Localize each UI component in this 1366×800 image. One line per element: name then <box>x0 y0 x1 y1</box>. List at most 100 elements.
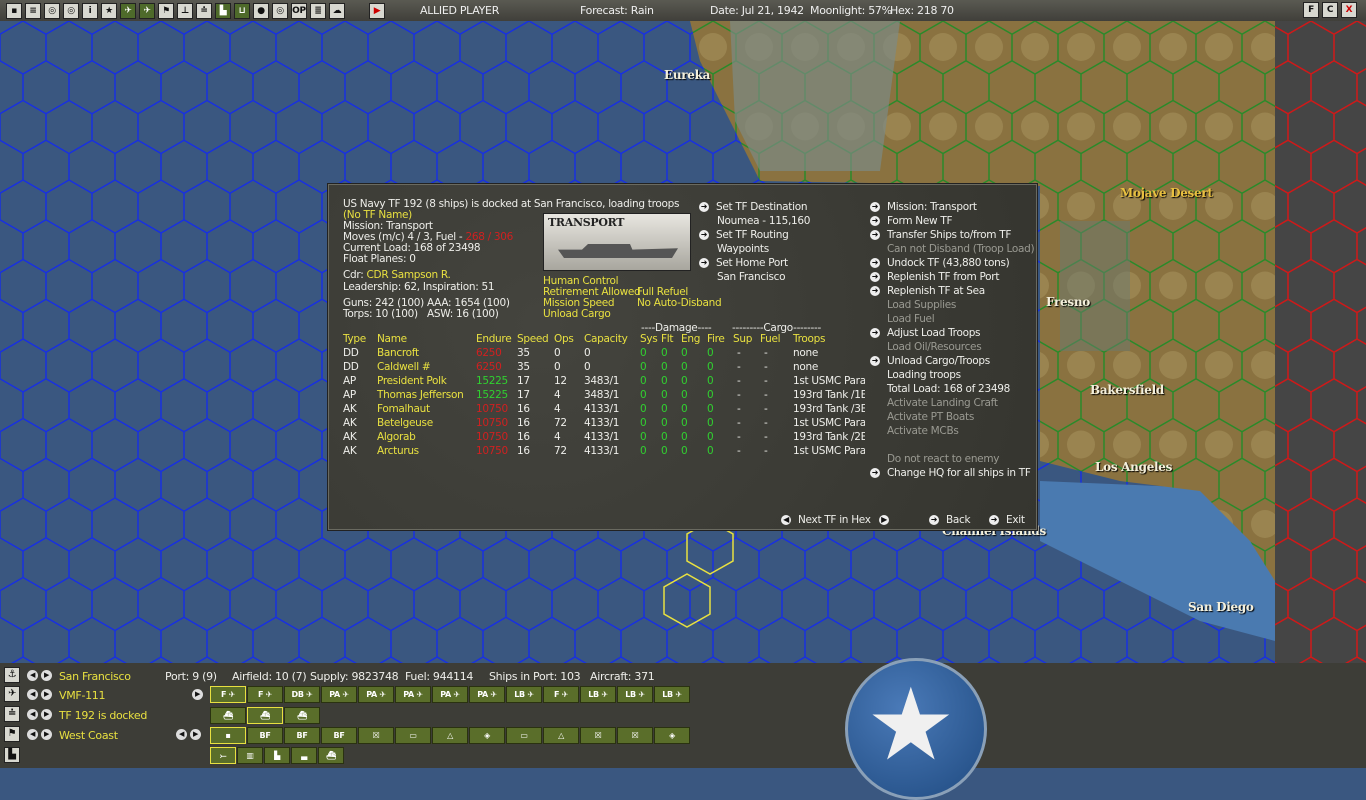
ship-button-2[interactable]: ⛴ <box>284 707 320 724</box>
facility-button-4[interactable]: ⛴ <box>318 747 344 764</box>
plane-red-icon[interactable]: ✈ <box>120 2 136 19</box>
tf-status[interactable]: TF 192 is docked <box>59 709 147 722</box>
next-hq-arrow[interactable]: ▶ <box>41 729 52 740</box>
action-set-tf-routing[interactable]: ➜ Set TF Routing <box>699 228 789 242</box>
anchor-icon[interactable]: ⚓ <box>4 667 20 683</box>
ship-button-0[interactable]: ⛴ <box>210 707 246 724</box>
hq-name[interactable]: West Coast <box>59 729 118 742</box>
ground-unit-button-8[interactable]: ▭ <box>506 727 542 744</box>
right-action-19[interactable]: ➜ Change HQ for all ships in TF <box>870 466 1031 480</box>
plane-blue-icon[interactable]: ✈ <box>139 2 155 19</box>
ship-row[interactable]: AK Betelgeuse 10750 16 72 4133/1 0 0 0 0 - - 1st USM… <box>329 416 869 430</box>
air-unit-button-9[interactable]: F ✈ <box>543 686 579 703</box>
col-header-sup[interactable]: Sup <box>733 332 752 346</box>
right-action-9[interactable]: ➜ Adjust Load Troops <box>870 326 981 340</box>
ship-row[interactable]: AK Fomalhaut 10750 16 4 4133/1 0 0 0 0 - - 193rd Tan… <box>329 402 869 416</box>
ground-unit-button-11[interactable]: ☒ <box>617 727 653 744</box>
col-header-endure[interactable]: Endure <box>476 332 512 346</box>
info-icon[interactable]: i <box>82 2 98 19</box>
unit-scroll-left[interactable]: ◀ <box>176 729 187 740</box>
air-unit-button-6[interactable]: PA ✈ <box>432 686 468 703</box>
cloud-icon[interactable]: ☁ <box>329 2 345 19</box>
air-unit-button-5[interactable]: PA ✈ <box>395 686 431 703</box>
ship-row[interactable]: AK Arcturus 10750 16 72 4133/1 0 0 0 0 - - 1st USMC … <box>329 444 869 458</box>
action-set-tf-destination[interactable]: ➜ Set TF Destination <box>699 200 808 214</box>
air-unit-button-3[interactable]: PA ✈ <box>321 686 357 703</box>
prev-squadron-arrow[interactable]: ◀ <box>27 689 38 700</box>
facility-button-2[interactable]: ▙ <box>264 747 290 764</box>
factory-icon[interactable]: ▙ <box>4 747 20 763</box>
air-unit-button-8[interactable]: LB ✈ <box>506 686 542 703</box>
right-action-4[interactable]: ➜ Undock TF (43,880 tons) <box>870 256 1010 270</box>
ground-unit-button-6[interactable]: △ <box>432 727 468 744</box>
col-header-name[interactable]: Name <box>377 332 407 346</box>
col-header-speed[interactable]: Speed <box>517 332 549 346</box>
air-unit-button-7[interactable]: PA ✈ <box>469 686 505 703</box>
globe-icon[interactable]: ● <box>253 2 269 19</box>
right-action-5[interactable]: ➜ Replenish TF from Port <box>870 270 999 284</box>
right-action-0[interactable]: ➜ Mission: Transport <box>870 200 977 214</box>
right-action-6[interactable]: ➜ Replenish TF at Sea <box>870 284 985 298</box>
save-icon[interactable]: ▪ <box>6 2 22 19</box>
ship-row[interactable]: AK Algorab 10750 16 4 4133/1 0 0 0 0 - - 193rd Tank … <box>329 430 869 444</box>
ground-unit-button-9[interactable]: △ <box>543 727 579 744</box>
prev-tf-button[interactable]: ◀ Next TF in Hex <box>781 513 871 527</box>
ship-icon[interactable]: ≐ <box>4 706 20 722</box>
report-icon[interactable]: ≡ <box>25 2 41 19</box>
next-tf-button[interactable]: ▶ <box>879 513 896 527</box>
next-base-arrow[interactable]: ▶ <box>41 670 52 681</box>
air-scroll-arrow[interactable]: ▶ <box>192 689 203 700</box>
air-unit-button-2[interactable]: DB ✈ <box>284 686 320 703</box>
back-button[interactable]: ➜ Back <box>929 513 971 527</box>
prev-base-arrow[interactable]: ◀ <box>27 670 38 681</box>
col-header-flt[interactable]: Flt <box>661 332 673 346</box>
globe2-icon[interactable]: ◎ <box>272 2 288 19</box>
col-header-capacity[interactable]: Capacity <box>584 332 628 346</box>
plane-icon[interactable]: ✈ <box>4 686 20 702</box>
base-icon[interactable]: ⊔ <box>234 2 250 19</box>
flag-unload[interactable]: Unload Cargo <box>543 307 611 321</box>
next-squadron-arrow[interactable]: ▶ <box>41 689 52 700</box>
star-icon[interactable]: ★ <box>101 2 117 19</box>
ground-unit-button-10[interactable]: ☒ <box>580 727 616 744</box>
right-action-11[interactable]: ➜ Unload Cargo/Troops <box>870 354 990 368</box>
flag-icon[interactable]: ⚑ <box>4 726 20 742</box>
ship-button-1[interactable]: ⛴ <box>247 707 283 724</box>
ship-icon[interactable]: ⊥ <box>177 2 193 19</box>
air-unit-button-4[interactable]: PA ✈ <box>358 686 394 703</box>
ground-unit-button-1[interactable]: BF <box>247 727 283 744</box>
col-header-fuel[interactable]: Fuel <box>760 332 781 346</box>
ground-unit-button-4[interactable]: ☒ <box>358 727 394 744</box>
prev-hq-arrow[interactable]: ◀ <box>27 729 38 740</box>
air-unit-button-0[interactable]: F ✈ <box>210 686 246 703</box>
air-unit-button-12[interactable]: LB ✈ <box>654 686 690 703</box>
col-header-eng[interactable]: Eng <box>681 332 700 346</box>
flag-toggle-icon[interactable]: F <box>1303 2 1319 18</box>
ship-row[interactable]: AP President Polk 15225 17 12 3483/1 0 0 0 0 - - 1st… <box>329 374 869 388</box>
exit-button[interactable]: ➜ Exit <box>989 513 1025 527</box>
col-header-type[interactable]: Type <box>343 332 366 346</box>
ships-icon[interactable]: ≐ <box>196 2 212 19</box>
air-unit-button-10[interactable]: LB ✈ <box>580 686 616 703</box>
action-set-home-port[interactable]: ➜ Set Home Port <box>699 256 788 270</box>
intel-icon[interactable]: ◎ <box>44 2 60 19</box>
prev-tf-arrow[interactable]: ◀ <box>27 709 38 720</box>
ship-row[interactable]: DD Caldwell # 6250 35 0 0 0 0 0 0 - - none <box>329 360 869 374</box>
intel2-icon[interactable]: ◎ <box>63 2 79 19</box>
col-header-ops[interactable]: Ops <box>554 332 574 346</box>
ground-unit-button-3[interactable]: BF <box>321 727 357 744</box>
ground-unit-button-12[interactable]: ◈ <box>654 727 690 744</box>
col-header-troops[interactable]: Troops <box>793 332 825 346</box>
unit-scroll-right[interactable]: ▶ <box>190 729 201 740</box>
ship-row[interactable]: DD Bancroft 6250 35 0 0 0 0 0 0 - - none <box>329 346 869 360</box>
play-icon[interactable]: ▶ <box>369 2 385 19</box>
right-action-1[interactable]: ➜ Form New TF <box>870 214 952 228</box>
facility-button-3[interactable]: ▃ <box>291 747 317 764</box>
facility-button-0[interactable]: ⤚ <box>210 747 236 764</box>
next-tf-arrow[interactable]: ▶ <box>41 709 52 720</box>
ground-unit-button-0[interactable]: ▪ <box>210 727 246 744</box>
ground-unit-button-2[interactable]: BF <box>284 727 320 744</box>
flag-auto-disband[interactable]: No Auto-Disband <box>637 296 722 310</box>
air-unit-button-1[interactable]: F ✈ <box>247 686 283 703</box>
list-icon[interactable]: ≣ <box>310 2 326 19</box>
